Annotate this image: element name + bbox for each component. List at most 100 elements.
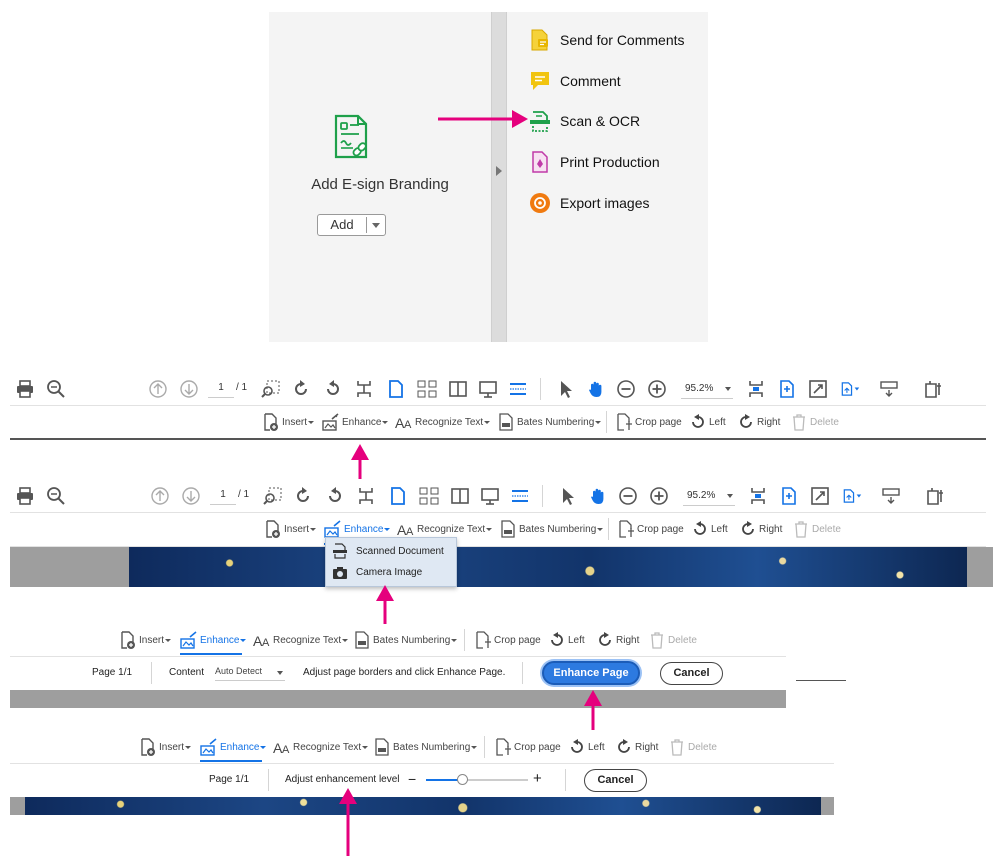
tools-pane-icon[interactable]	[926, 486, 946, 506]
presentation-icon[interactable]	[480, 486, 500, 506]
chevron-down-icon[interactable]	[372, 223, 380, 228]
fit-page-icon[interactable]	[356, 486, 376, 506]
page-number-input[interactable]: 1	[210, 486, 236, 505]
crop-page-icon	[476, 631, 491, 649]
recognize-text-label: Recognize Text	[293, 742, 362, 753]
decrease-level-button[interactable]: −	[408, 771, 416, 787]
fit-width-icon[interactable]	[746, 379, 766, 399]
recognize-text-label: Recognize Text	[417, 524, 486, 535]
single-page-icon[interactable]	[386, 379, 406, 399]
two-page-view-icon[interactable]	[448, 379, 468, 399]
rotate-clockwise-icon[interactable]	[293, 486, 313, 506]
fit-visible-icon[interactable]	[777, 379, 797, 399]
enhance-page-button[interactable]: Enhance Page	[542, 661, 640, 685]
zoom-out-icon[interactable]	[616, 379, 636, 399]
two-page-scroll-icon[interactable]	[417, 379, 437, 399]
page-number-input[interactable]: 1	[208, 379, 234, 398]
scan-ocr-icon	[530, 111, 550, 132]
rotate-counterclockwise-icon[interactable]	[325, 486, 345, 506]
rotate-counterclockwise-icon[interactable]	[323, 379, 343, 399]
previous-page-icon[interactable]	[150, 486, 170, 506]
crop-page-label: Crop page	[637, 524, 684, 535]
next-page-icon[interactable]	[181, 486, 201, 506]
camera-icon	[333, 567, 347, 579]
chevron-down-icon	[725, 387, 731, 391]
zoom-in-icon[interactable]	[647, 379, 667, 399]
rotate-clockwise-icon[interactable]	[291, 379, 311, 399]
main-toolbar: 1 / 1 95.2%	[10, 479, 986, 513]
esign-title: Add E-sign Branding	[311, 176, 449, 193]
insert-page-icon	[264, 413, 278, 431]
tool-label: Scan & OCR	[560, 113, 641, 129]
rotate-left-icon	[551, 632, 563, 646]
add-button[interactable]: Add	[318, 217, 366, 232]
content-select[interactable]: Auto Detect	[215, 666, 285, 681]
add-split-button[interactable]: Add	[317, 214, 386, 236]
reading-mode-icon[interactable]	[510, 486, 530, 506]
enhance-label: Enhance	[200, 635, 240, 646]
zoom-out-search-icon[interactable]	[46, 379, 66, 399]
zoom-value: 95.2%	[685, 383, 714, 394]
select-pointer-icon[interactable]	[555, 379, 575, 399]
print-icon[interactable]	[15, 486, 35, 506]
rotate-right-label: Right	[635, 742, 659, 753]
rotate-right-icon	[740, 414, 752, 428]
tools-pane-icon[interactable]	[924, 379, 944, 399]
insert-label: Insert	[282, 417, 308, 428]
insert-page-icon	[121, 631, 135, 649]
trash-icon	[795, 521, 807, 538]
zoom-value: 95.2%	[687, 490, 716, 501]
insert-label: Insert	[159, 742, 185, 753]
bates-numbering-label: Bates Numbering	[373, 635, 451, 646]
rotate-left-label: Left	[588, 742, 605, 753]
recognize-text-label: Recognize Text	[273, 635, 342, 646]
page-display-dropdown-icon[interactable]	[840, 379, 860, 399]
zoom-out-search-icon[interactable]	[46, 486, 66, 506]
full-screen-icon[interactable]	[810, 486, 830, 506]
single-page-icon[interactable]	[388, 486, 408, 506]
next-page-icon[interactable]	[179, 379, 199, 399]
scanned-document-icon	[333, 543, 347, 559]
keyboard-shortcut-icon[interactable]	[881, 486, 901, 506]
tool-label: Print Production	[560, 154, 660, 170]
rotate-left-label: Left	[709, 417, 726, 428]
zoom-select[interactable]: 95.2%	[683, 487, 735, 506]
zoom-out-icon[interactable]	[618, 486, 638, 506]
two-page-scroll-icon[interactable]	[419, 486, 439, 506]
pointer-arrow-icon	[584, 690, 602, 730]
fit-page-icon[interactable]	[354, 379, 374, 399]
fit-width-icon[interactable]	[748, 486, 768, 506]
enhancement-level-bar: Page 1/1 Adjust enhancement level − + Ca…	[10, 764, 834, 797]
presentation-icon[interactable]	[478, 379, 498, 399]
cancel-button[interactable]: Cancel	[660, 662, 723, 685]
keyboard-shortcut-icon[interactable]	[879, 379, 899, 399]
zoom-in-icon[interactable]	[649, 486, 669, 506]
content-value: Auto Detect	[215, 666, 263, 676]
hand-tool-icon[interactable]	[588, 486, 608, 506]
scanned-document-label: Scanned Document	[356, 546, 444, 557]
svg-text:A: A	[262, 637, 270, 649]
print-icon[interactable]	[15, 379, 35, 399]
rotate-right-icon	[742, 521, 754, 535]
full-screen-icon[interactable]	[808, 379, 828, 399]
marquee-zoom-icon[interactable]	[261, 379, 281, 399]
hand-tool-icon[interactable]	[586, 379, 606, 399]
divider	[522, 662, 523, 684]
crop-page-icon	[496, 738, 511, 756]
zoom-select[interactable]: 95.2%	[681, 380, 733, 399]
page-display-dropdown-icon[interactable]	[842, 486, 862, 506]
marquee-zoom-icon[interactable]	[263, 486, 283, 506]
previous-page-icon[interactable]	[148, 379, 168, 399]
two-page-view-icon[interactable]	[450, 486, 470, 506]
select-pointer-icon[interactable]	[557, 486, 577, 506]
reading-mode-icon[interactable]	[508, 379, 528, 399]
panel-collapse-handle[interactable]	[491, 12, 507, 342]
enhancement-slider-knob[interactable]	[456, 774, 468, 785]
cancel-button[interactable]: Cancel	[584, 769, 647, 792]
insert-label: Insert	[139, 635, 165, 646]
triangle-right-icon	[496, 166, 502, 176]
fit-visible-icon[interactable]	[779, 486, 799, 506]
esign-card: Add E-sign Branding Add	[269, 12, 491, 342]
divider	[268, 769, 269, 791]
increase-level-button[interactable]: +	[533, 770, 542, 787]
